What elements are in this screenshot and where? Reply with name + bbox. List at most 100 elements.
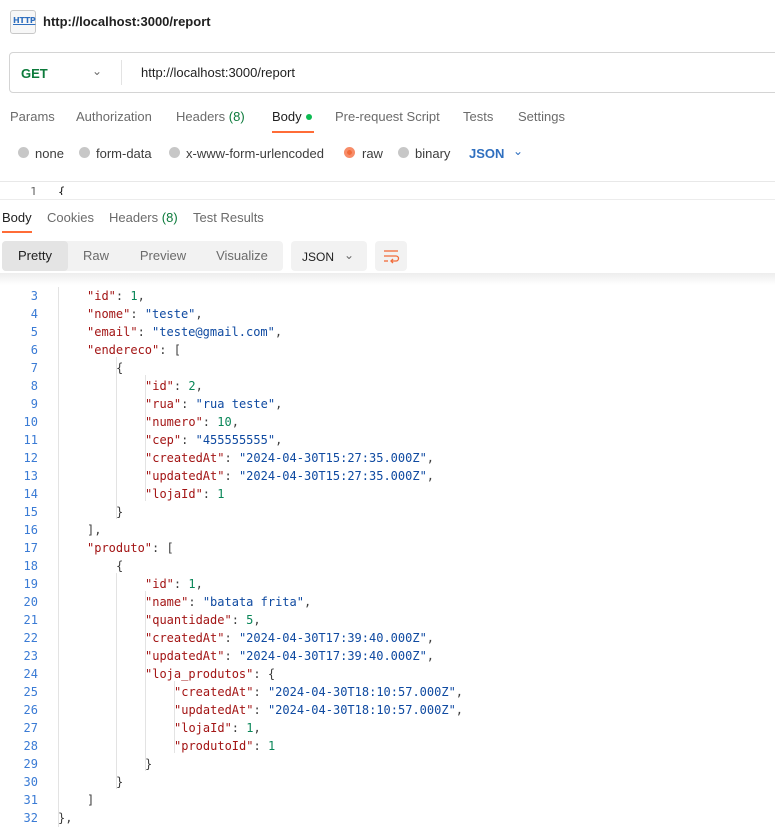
radio-form-data-label[interactable]: form-data (96, 146, 152, 161)
response-tab-test-results[interactable]: Test Results (193, 210, 264, 225)
line-number: 27 (23, 721, 38, 735)
code-line: 9 "rua": "rua teste", (0, 395, 775, 413)
radio-urlencoded[interactable] (169, 147, 180, 158)
code-line: 14 "lojaId": 1 (0, 485, 775, 503)
url-input[interactable]: http://localhost:3000/report (141, 65, 295, 80)
radio-raw-label[interactable]: raw (362, 146, 383, 161)
code-line: 21 "quantidade": 5, (0, 611, 775, 629)
line-number: 15 (23, 505, 38, 519)
chevron-down-icon[interactable]: ⌄ (513, 144, 523, 158)
code-text: "id": 1, (87, 289, 145, 303)
code-line: 13 "updatedAt": "2024-04-30T15:27:35.000Z… (0, 467, 775, 485)
code-line: 6 "endereco": [ (0, 341, 775, 359)
line-number: 32 (23, 811, 38, 825)
radio-none[interactable] (18, 147, 29, 158)
method-select[interactable]: GET (21, 66, 48, 81)
format-preview-button[interactable]: Preview (128, 241, 198, 271)
radio-form-data[interactable] (79, 147, 90, 158)
tab-settings-label: Settings (518, 109, 565, 124)
response-tab-body[interactable]: Body (2, 210, 32, 225)
code-text: "endereco": [ (87, 343, 181, 357)
tab-headers-label: Headers (176, 109, 226, 124)
line-number: 28 (23, 739, 38, 753)
raw-type-select[interactable]: JSON (469, 146, 504, 161)
response-tab-headers-label: Headers (109, 210, 159, 225)
code-line: { (58, 185, 66, 195)
format-pretty-button[interactable]: Pretty (2, 241, 68, 271)
code-text: "loja_produtos": { (145, 667, 276, 681)
format-visualize-button[interactable]: Visualize (204, 241, 280, 271)
response-tab-test-results-label: Test Results (193, 210, 264, 225)
request-body-editor[interactable]: 1 { (0, 181, 775, 195)
code-text: ] (87, 793, 95, 807)
response-tab-headers[interactable]: Headers (8) (109, 210, 178, 225)
radio-binary[interactable] (398, 147, 409, 158)
tab-headers-count: (8) (228, 109, 245, 124)
tab-settings[interactable]: Settings (518, 109, 565, 124)
code-line: 24 "loja_produtos": { (0, 665, 775, 683)
line-number: 5 (30, 325, 38, 339)
request-title: http://localhost:3000/report (43, 14, 211, 29)
code-text: "updatedAt": "2024-04-30T15:27:35.000Z", (145, 469, 435, 483)
radio-binary-label[interactable]: binary (415, 146, 450, 161)
code-line: 5 "email": "teste@gmail.com", (0, 323, 775, 341)
code-line: 32}, (0, 809, 775, 827)
code-line: 30} (0, 773, 775, 791)
line-number: 24 (23, 667, 38, 681)
radio-none-label[interactable]: none (35, 146, 64, 161)
code-text: "nome": "teste", (87, 307, 203, 321)
code-text: "id": 2, (145, 379, 203, 393)
line-number: 17 (23, 541, 38, 555)
line-number: 14 (23, 487, 38, 501)
tab-headers[interactable]: Headers (8) (176, 109, 245, 124)
response-tab-headers-count: (8) (161, 210, 178, 225)
radio-raw[interactable] (344, 147, 355, 158)
chevron-down-icon[interactable]: ⌄ (92, 64, 102, 78)
code-line: 25 "createdAt": "2024-04-30T18:10:57.000Z… (0, 683, 775, 701)
line-number: 12 (23, 451, 38, 465)
response-language-label: JSON (302, 250, 335, 264)
code-line: 18 { (0, 557, 775, 575)
tab-authorization[interactable]: Authorization (76, 109, 152, 124)
response-tab-body-label: Body (2, 210, 32, 225)
code-line: 26 "updatedAt": "2024-04-30T18:10:57.000Z… (0, 701, 775, 719)
code-text: "cep": "455555555", (145, 433, 283, 447)
code-line: 27 "lojaId": 1, (0, 719, 775, 737)
pane-divider[interactable] (0, 199, 775, 200)
code-text: "name": "batata frita", (145, 595, 312, 609)
code-text: }, (58, 811, 73, 825)
code-line: 15} (0, 503, 775, 521)
code-line: 19 "id": 1, (0, 575, 775, 593)
response-tab-cookies[interactable]: Cookies (47, 210, 94, 225)
active-tab-indicator (272, 131, 314, 133)
radio-urlencoded-label[interactable]: x-www-form-urlencoded (186, 146, 324, 161)
code-line: 3 "id": 1, (0, 287, 775, 305)
code-text: } (116, 505, 124, 519)
tab-tests-label: Tests (463, 109, 494, 124)
line-number: 20 (23, 595, 38, 609)
tab-params-label: Params (10, 109, 55, 124)
line-number: 13 (23, 469, 38, 483)
code-line: 16], (0, 521, 775, 539)
wrap-lines-button[interactable] (375, 241, 407, 271)
format-raw-button[interactable]: Raw (70, 241, 122, 271)
line-number: 19 (23, 577, 38, 591)
tab-params[interactable]: Params (10, 109, 55, 124)
tab-tests[interactable]: Tests (463, 109, 493, 124)
code-line: 22 "createdAt": "2024-04-30T17:39:40.000Z… (0, 629, 775, 647)
code-text: "email": "teste@gmail.com", (87, 325, 283, 339)
line-number: 10 (23, 415, 38, 429)
tab-pre-request-script[interactable]: Pre-request Script (335, 109, 440, 124)
http-file-icon: HTTP (10, 10, 36, 34)
response-body-viewer[interactable]: 3 "id": 1, 4 "nome": "teste", 5 "email": "tes… (0, 287, 775, 827)
line-number: 31 (23, 793, 38, 807)
line-number: 25 (23, 685, 38, 699)
line-number: 18 (23, 559, 38, 573)
code-line: 12 "createdAt": "2024-04-30T15:27:35.000Z… (0, 449, 775, 467)
line-number: 29 (23, 757, 38, 771)
tab-body[interactable]: Body (272, 109, 312, 124)
code-line: 29} (0, 755, 775, 773)
scroll-shadow (0, 273, 775, 285)
code-line: 11 "cep": "455555555", (0, 431, 775, 449)
line-number: 21 (23, 613, 38, 627)
